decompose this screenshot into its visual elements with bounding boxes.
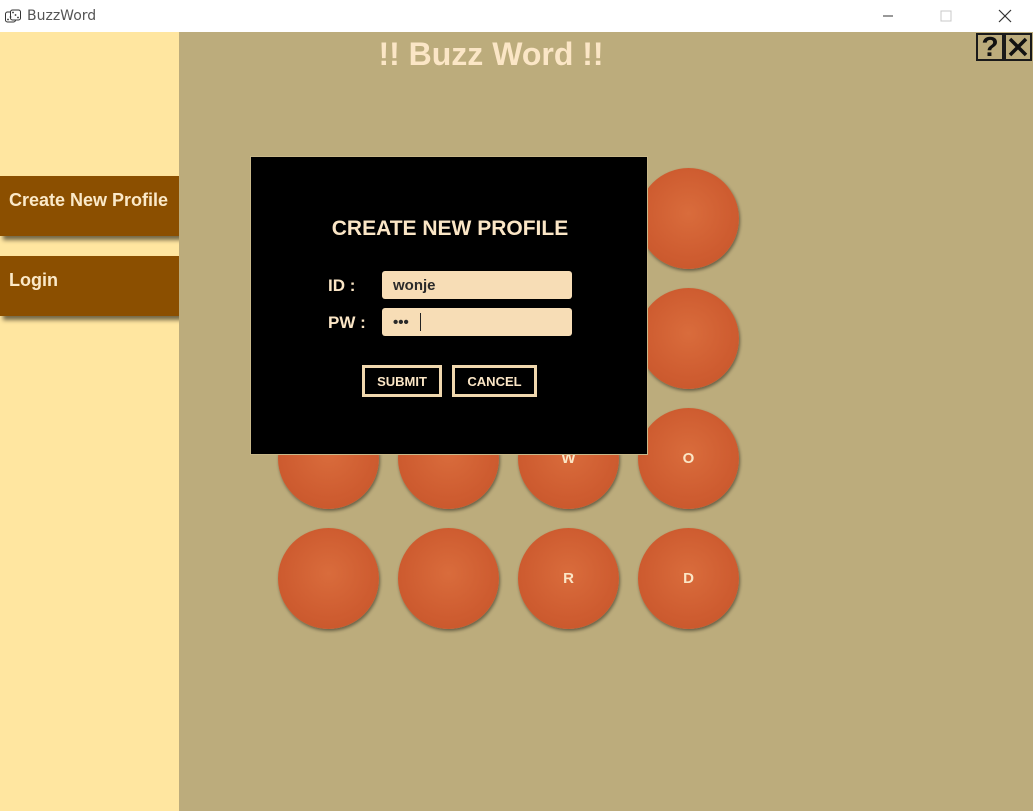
letter-tile[interactable]: D — [638, 528, 739, 629]
maximize-button[interactable] — [916, 0, 976, 32]
minimize-icon — [883, 15, 893, 17]
help-button[interactable]: ? — [976, 31, 1004, 62]
minimize-button[interactable] — [858, 0, 918, 32]
window-titlebar: BuzzWord — [0, 0, 1033, 32]
password-input[interactable] — [382, 308, 572, 336]
window-title: BuzzWord — [27, 8, 97, 24]
close-game-button[interactable] — [1004, 33, 1032, 61]
text-cursor — [420, 313, 421, 331]
letter-tile[interactable] — [638, 288, 739, 389]
close-icon — [998, 9, 1012, 23]
letter-tile[interactable] — [398, 528, 499, 629]
close-icon — [1008, 37, 1028, 57]
letter-tile[interactable]: R — [518, 528, 619, 629]
create-new-profile-button[interactable]: Create New Profile — [0, 176, 188, 236]
maximize-icon — [940, 10, 952, 22]
game-title: !! Buzz Word !! — [378, 36, 604, 72]
sidebar: Create New Profile Login — [0, 32, 188, 811]
id-input[interactable] — [382, 271, 572, 299]
dialog-title: CREATE NEW PROFILE — [331, 217, 569, 240]
id-label: ID : — [328, 276, 356, 295]
cancel-button[interactable]: CANCEL — [452, 365, 537, 397]
letter-tile[interactable] — [278, 528, 379, 629]
letter-tile[interactable] — [638, 168, 739, 269]
submit-button[interactable]: SUBMIT — [362, 365, 442, 397]
dice-icon — [4, 8, 22, 26]
letter-tile[interactable]: O — [638, 408, 739, 509]
window-close-button[interactable] — [975, 0, 1033, 32]
create-profile-dialog: CREATE NEW PROFILE ID : PW : SUBMIT CANC… — [250, 156, 648, 455]
pw-label: PW : — [328, 313, 366, 332]
login-button[interactable]: Login — [0, 256, 188, 316]
